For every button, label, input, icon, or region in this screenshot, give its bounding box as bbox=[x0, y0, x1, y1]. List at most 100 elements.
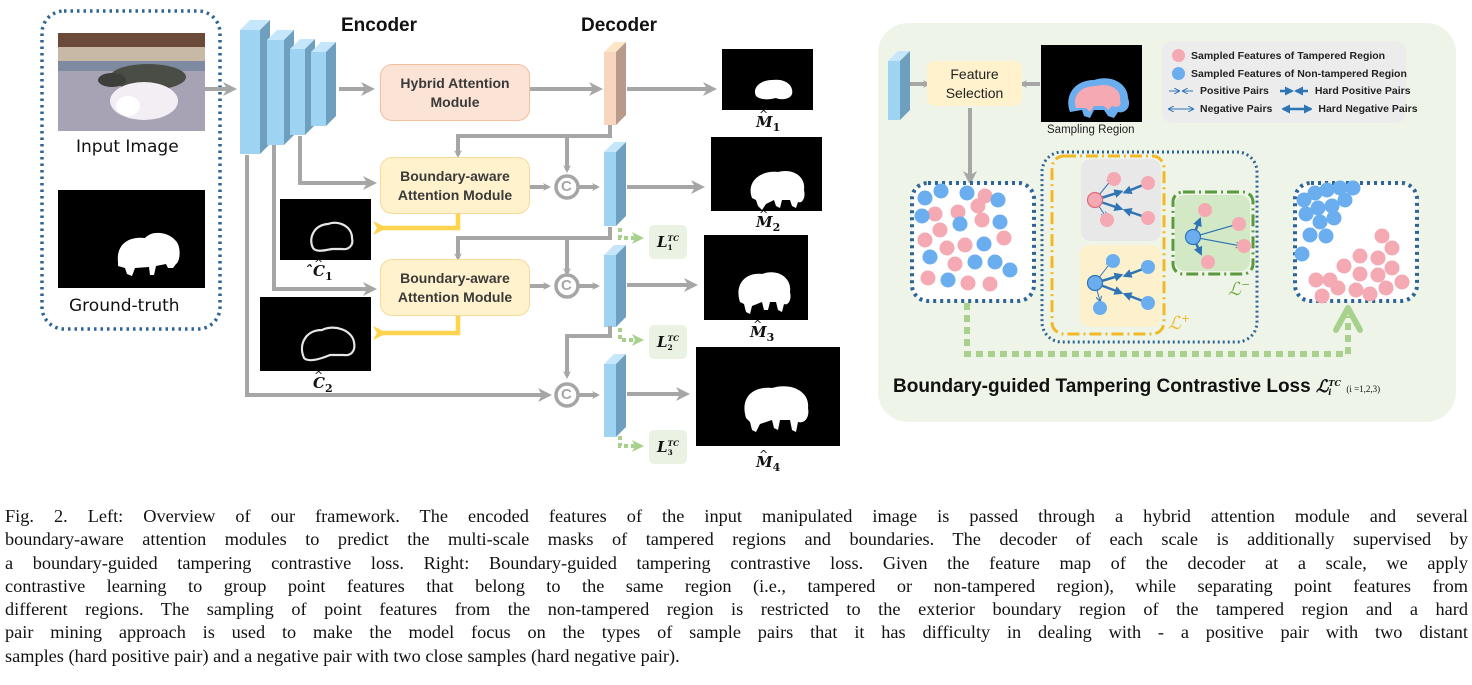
caption-line-4: contrastive learning to group point feat… bbox=[5, 575, 1468, 596]
caption-line-3: a boundary-guided tampering contrastive … bbox=[5, 552, 1468, 573]
blue-dot-icon bbox=[1172, 67, 1185, 80]
blue-feature-dot bbox=[1326, 210, 1342, 226]
blue-feature-dot bbox=[992, 214, 1008, 230]
hat-m3: ^ bbox=[753, 318, 763, 331]
pink-feature-dot bbox=[996, 230, 1012, 246]
pink-feature-dot bbox=[1336, 258, 1352, 274]
pink-feature-dot bbox=[1352, 248, 1368, 264]
skip-arrow-3 bbox=[298, 136, 377, 190]
pink-dot-icon bbox=[1172, 49, 1185, 62]
ground-truth-mask bbox=[58, 190, 205, 288]
hat-m1: ^ bbox=[759, 108, 769, 121]
blue-feature-dot bbox=[1318, 228, 1334, 244]
framework-figure: Input Image Ground-truth Encoder Decoder… bbox=[0, 0, 1472, 490]
negative-pair-arrow-icon bbox=[1168, 104, 1194, 114]
concat-symbol-2: C bbox=[561, 277, 572, 294]
decoder-block-1 bbox=[604, 42, 626, 125]
loss-tc-3: L TC 3 bbox=[649, 430, 687, 464]
hard-positive-pair-arrow-icon bbox=[1279, 86, 1308, 96]
pink-feature-dot bbox=[1141, 211, 1155, 225]
blue-feature-dot bbox=[1298, 206, 1314, 222]
mask-m3 bbox=[704, 235, 808, 320]
mask-m1 bbox=[722, 49, 813, 110]
pink-feature-dot bbox=[1107, 172, 1121, 186]
legend-hard-negative-pairs: Hard Negative Pairs bbox=[1318, 103, 1418, 115]
pink-feature-dot bbox=[1378, 280, 1394, 296]
feature-selection-line-2: Selection bbox=[945, 84, 1004, 101]
pink-feature-dot bbox=[1352, 266, 1368, 282]
blue-feature-dot bbox=[914, 208, 930, 224]
blue-feature-dot bbox=[1141, 260, 1155, 274]
concat-symbol-3: C bbox=[561, 386, 572, 403]
feature-selection-box: Feature Selection bbox=[927, 61, 1022, 106]
pink-feature-dot bbox=[1314, 288, 1330, 304]
blue-feature-dot bbox=[940, 272, 956, 288]
pink-feature-dot bbox=[1394, 274, 1410, 290]
decoder-block-3 bbox=[604, 245, 626, 327]
encoder-label: Encoder bbox=[341, 15, 418, 36]
blue-feature-dot bbox=[1337, 192, 1353, 208]
pink-feature-dot bbox=[947, 256, 963, 272]
legend-tampered: Sampled Features of Tampered Region bbox=[1191, 49, 1386, 62]
pink-feature-dot bbox=[970, 198, 986, 214]
pink-feature-dot bbox=[1237, 239, 1251, 253]
pink-feature-dot bbox=[932, 222, 948, 238]
hat-c2: ^ bbox=[314, 369, 324, 382]
caption-line-6: pair mining approach is used to make the… bbox=[5, 622, 1468, 643]
pink-feature-dot bbox=[920, 270, 936, 286]
caption-line-7: samples (hard positive pair) and a negat… bbox=[5, 645, 680, 666]
hybrid-module-line-1: Hybrid Attention bbox=[400, 74, 510, 91]
hat-m2: ^ bbox=[759, 208, 769, 221]
concat-symbol-1: C bbox=[561, 178, 572, 195]
blue-feature-dot bbox=[1002, 262, 1018, 278]
caption-line-5: different regions. The sampling of point… bbox=[5, 599, 1468, 620]
decoder-label: Decoder bbox=[581, 15, 658, 36]
pink-feature-dot bbox=[1198, 203, 1212, 217]
blue-feature-dot bbox=[933, 183, 949, 199]
hybrid-attention-module: Hybrid Attention Module bbox=[380, 64, 530, 121]
feature-map-block bbox=[888, 51, 910, 120]
pink-feature-dot bbox=[1384, 240, 1400, 256]
pink-feature-dot bbox=[974, 212, 990, 228]
legend-positive-pairs: Positive Pairs bbox=[1200, 85, 1269, 97]
loss-tc-1: L TC 1 bbox=[649, 225, 687, 259]
encoder-block-2 bbox=[267, 30, 294, 145]
legend-non-tampered: Sampled Features of Non-tampered Region bbox=[1191, 67, 1407, 80]
decoder-block-4 bbox=[604, 354, 626, 437]
pink-feature-dot bbox=[1384, 260, 1400, 276]
encoder-blocks bbox=[240, 20, 336, 154]
pink-feature-dot bbox=[1308, 272, 1324, 288]
blue-feature-dot bbox=[967, 254, 983, 270]
sampling-region-label: Sampling Region bbox=[1047, 124, 1135, 136]
hybrid-module-line-2: Module bbox=[430, 93, 480, 110]
encoder-block-4 bbox=[311, 42, 336, 126]
blue-feature-dot bbox=[1319, 182, 1335, 198]
input-image-label: Input Image bbox=[76, 137, 179, 157]
input-image bbox=[58, 33, 205, 131]
anchor-blue-dot bbox=[1086, 274, 1104, 292]
blue-feature-dot bbox=[1302, 227, 1318, 243]
mask-m2 bbox=[711, 137, 822, 211]
anchor-blue-dot bbox=[1184, 228, 1202, 246]
pink-feature-dot bbox=[1348, 282, 1364, 298]
sampling-region-image bbox=[1041, 45, 1142, 122]
pink-feature-dot bbox=[939, 240, 955, 256]
pink-feature-dot bbox=[1201, 255, 1215, 269]
blue-feature-dot bbox=[987, 254, 1003, 270]
legend-hard-positive-pairs: Hard Positive Pairs bbox=[1314, 85, 1411, 97]
baam-1-line-2: Attention Module bbox=[397, 186, 513, 203]
hard-negative-pair-arrow-icon bbox=[1282, 104, 1313, 114]
decoder-2-shape bbox=[604, 142, 626, 226]
loss-plus-label: ℒ+ bbox=[1168, 312, 1191, 334]
boundary-c1 bbox=[280, 199, 371, 260]
ground-truth-label: Ground-truth bbox=[69, 296, 180, 316]
legend-negative-pairs: Negative Pairs bbox=[1200, 103, 1273, 115]
legend: Sampled Features of Tampered Region Samp… bbox=[1162, 41, 1418, 123]
figure-caption: Fig. 2. Left: Overview of our framework.… bbox=[5, 505, 1468, 668]
pink-feature-dot bbox=[1370, 250, 1386, 266]
blue-feature-dot bbox=[959, 185, 975, 201]
pink-feature-dot bbox=[957, 237, 973, 253]
anchor-pink-dot bbox=[1086, 191, 1104, 209]
boundary-c2 bbox=[260, 297, 371, 371]
positive-pair-arrow-icon bbox=[1169, 86, 1193, 96]
